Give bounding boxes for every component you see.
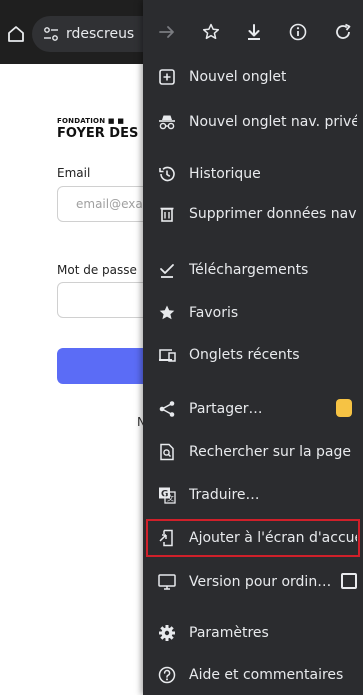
menu-item-label: Paramètres — [189, 625, 269, 641]
menu-item-label: Onglets récents — [189, 347, 300, 363]
menu-item-label: Traduire… — [189, 487, 260, 503]
menu-item-help[interactable]: Aide et commentaires — [143, 655, 363, 695]
menu-item-new-incognito-tab[interactable]: Nouvel onglet nav. privée — [143, 102, 363, 142]
brand-title: FOYER DES C — [57, 126, 153, 141]
menu-item-find-in-page[interactable]: Rechercher sur la page — [143, 432, 363, 472]
menu-item-downloads[interactable]: Téléchargements — [143, 250, 363, 290]
menu-item-new-tab[interactable]: Nouvel onglet — [143, 57, 363, 97]
menu-item-history[interactable]: Historique — [143, 154, 363, 194]
brand-logo: FONDATION ■ ■ FOYER DES C — [57, 117, 152, 141]
desktop-site-checkbox[interactable] — [341, 573, 357, 589]
download-done-icon — [160, 264, 174, 278]
site-settings-icon[interactable] — [42, 25, 60, 43]
menu-item-label: Favoris — [189, 305, 239, 321]
menu-item-desktop-site[interactable]: Version pour ordin… — [143, 562, 363, 602]
plus-box-icon — [159, 69, 175, 85]
home-icon[interactable] — [6, 24, 26, 44]
menu-item-share[interactable]: Partager… — [143, 389, 363, 429]
url-text: rdescreus — [66, 26, 135, 42]
menu-item-label: Rechercher sur la page — [189, 444, 351, 460]
menu-item-label: Supprimer données navi… — [189, 206, 357, 222]
svg-text:文: 文 — [167, 494, 174, 503]
menu-item-translate[interactable]: G 文 Traduire… — [143, 475, 363, 515]
translate-icon: G 文 — [159, 487, 176, 504]
find-in-page-icon — [160, 443, 174, 461]
menu-item-label: Nouvel onglet — [189, 69, 287, 85]
star-icon — [159, 305, 175, 320]
recent-tabs-icon — [159, 349, 176, 362]
menu-toolbar — [143, 0, 363, 64]
help-icon — [158, 666, 176, 684]
menu-item-label: Historique — [189, 166, 261, 182]
menu-item-label: Téléchargements — [189, 262, 309, 278]
password-label: Mot de passe — [57, 263, 137, 277]
menu-item-label: Version pour ordin… — [189, 574, 332, 590]
browser-menu: Nouvel onglet Nouvel onglet nav. privée … — [143, 0, 363, 695]
brand-small-text: FONDATION ■ ■ — [57, 117, 125, 125]
menu-item-bookmarks[interactable]: Favoris — [143, 293, 363, 333]
desktop-icon — [158, 574, 176, 590]
reload-icon[interactable] — [333, 22, 353, 42]
share-app-badge-icon — [336, 399, 352, 417]
add-to-home-icon — [159, 529, 173, 547]
menu-item-add-to-home-screen[interactable]: Ajouter à l'écran d'accueil — [143, 518, 363, 558]
trash-icon — [160, 207, 174, 222]
menu-item-recent-tabs[interactable]: Onglets récents — [143, 335, 363, 375]
history-icon — [159, 166, 175, 182]
bookmark-star-icon[interactable] — [201, 22, 221, 42]
download-icon[interactable] — [244, 22, 264, 42]
info-icon[interactable] — [288, 22, 308, 42]
forward-icon[interactable] — [157, 22, 177, 42]
share-icon — [159, 401, 175, 417]
incognito-icon — [159, 115, 175, 130]
settings-icon — [159, 625, 175, 641]
menu-item-label: Partager… — [189, 401, 263, 417]
email-label: Email — [57, 166, 91, 180]
menu-item-label: Aide et commentaires — [189, 667, 344, 683]
menu-item-settings[interactable]: Paramètres — [143, 613, 363, 653]
menu-item-clear-data[interactable]: Supprimer données navi… — [143, 194, 363, 234]
menu-item-label: Nouvel onglet nav. privée — [189, 114, 357, 130]
menu-item-label: Ajouter à l'écran d'accueil — [189, 530, 357, 546]
